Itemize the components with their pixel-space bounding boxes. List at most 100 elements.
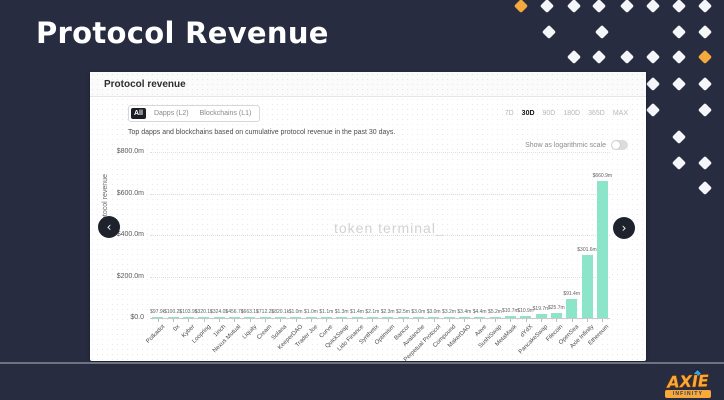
bar-makerdao[interactable]: [459, 317, 470, 318]
bar-dydx[interactable]: [520, 316, 531, 318]
bar-curve[interactable]: [321, 317, 332, 318]
diamond-icon: [514, 0, 528, 13]
bar-value-label: $2.3m: [381, 309, 395, 315]
bar-optimism[interactable]: [382, 317, 393, 318]
bar-trader-joe[interactable]: [306, 317, 317, 318]
bar-quickswap[interactable]: [336, 317, 347, 318]
bar-filecoin[interactable]: [551, 313, 562, 318]
page-title: Protocol Revenue: [36, 16, 329, 50]
bar-value-label: $1.3m: [335, 309, 349, 315]
x-tick-mark: [311, 319, 312, 322]
bar-cream[interactable]: [260, 317, 271, 318]
diamond-icon: [542, 25, 556, 39]
bar-value-label: $3.2m: [442, 309, 456, 315]
x-tick-mark: [357, 319, 358, 322]
diamond-icon: [646, 50, 660, 64]
x-tick-mark: [480, 319, 481, 322]
diamond-icon: [698, 181, 712, 195]
bar-value-label: $3.0m: [411, 309, 425, 315]
bar-axie-infinity[interactable]: [582, 255, 593, 318]
bar-loopring[interactable]: [198, 317, 209, 318]
bar-value-label: $2.1m: [365, 309, 379, 315]
bar-value-label: $660.9m: [593, 173, 612, 179]
diamond-icon: [592, 50, 606, 64]
x-tick-mark: [326, 319, 327, 322]
x-tick-mark: [572, 319, 573, 322]
prev-chart-button[interactable]: ‹: [98, 216, 120, 238]
x-axis-label: 0x: [173, 324, 182, 333]
bar-value-label: $10.9m: [517, 308, 534, 314]
diamond-icon: [698, 103, 712, 117]
bar-aave[interactable]: [474, 317, 485, 318]
y-tick-label: $200.0m: [96, 273, 144, 280]
next-chart-button[interactable]: ›: [613, 217, 635, 239]
bar-perpetual-protocol[interactable]: [428, 317, 439, 318]
bar-value-label: $19.7m: [533, 306, 550, 312]
bar-opensea[interactable]: [566, 299, 577, 318]
y-tick-label: $800.0m: [96, 148, 144, 155]
bar-pancakeswap[interactable]: [536, 314, 547, 318]
bar-liquity[interactable]: [244, 317, 255, 318]
bar-lido-finance[interactable]: [352, 317, 363, 318]
bar-sushiswap[interactable]: [490, 317, 501, 318]
bar-compound[interactable]: [444, 317, 455, 318]
bar-value-label: $820.1k: [271, 309, 289, 315]
bar-keeperdao[interactable]: [290, 317, 301, 318]
diamond-icon: [672, 156, 686, 170]
x-tick-mark: [526, 319, 527, 322]
bar-value-label: $4.4m: [473, 309, 487, 315]
diamond-icon: [698, 0, 712, 13]
bar-synthetix[interactable]: [367, 317, 378, 318]
x-tick-mark: [449, 319, 450, 322]
axie-logo-text: AXIE: [660, 372, 717, 391]
diamond-icon: [540, 0, 554, 13]
diamond-icon: [646, 77, 660, 91]
diamond-icon: [698, 25, 712, 39]
bar-chart: Protocol revenue token terminal_ $800.0m…: [90, 72, 646, 361]
x-tick-mark: [296, 319, 297, 322]
diamond-icon: [698, 156, 712, 170]
x-tick-mark: [342, 319, 343, 322]
diamond-icon: [567, 0, 581, 13]
x-tick-mark: [495, 319, 496, 322]
bar-solana[interactable]: [275, 317, 286, 318]
bar-value-label: $1.0m: [289, 309, 303, 315]
bar-polkadot[interactable]: [152, 317, 163, 318]
bar-ethereum[interactable]: [597, 181, 608, 318]
bar-value-label: $3.0m: [427, 309, 441, 315]
slide: Protocol Revenue Protocol revenue AllDap…: [0, 0, 724, 400]
x-tick-mark: [541, 319, 542, 322]
diamond-icon: [567, 50, 581, 64]
diamond-icon: [698, 50, 712, 64]
x-tick-mark: [388, 319, 389, 322]
bar-1inch[interactable]: [214, 317, 225, 318]
bar-0x[interactable]: [168, 317, 179, 318]
axie-infinity-logo: AXIE INFINITY: [660, 373, 716, 398]
x-tick-mark: [418, 319, 419, 322]
bar-value-label: $2.5m: [396, 309, 410, 315]
bar-value-label: $3.4m: [457, 309, 471, 315]
x-tick-mark: [602, 319, 603, 322]
bar-nexus-mutual[interactable]: [229, 317, 240, 318]
bar-metamask[interactable]: [505, 316, 516, 318]
bar-bancor[interactable]: [398, 317, 409, 318]
x-tick-mark: [173, 319, 174, 322]
bar-kyber[interactable]: [183, 317, 194, 318]
x-tick-mark: [372, 319, 373, 322]
bar-value-label: $97.9k: [150, 309, 165, 315]
protocol-revenue-card: Protocol revenue AllDapps (L2)Blockchain…: [90, 72, 646, 361]
x-tick-mark: [219, 319, 220, 322]
bar-value-label: $1.4m: [350, 309, 364, 315]
y-tick-label: $0.0: [96, 314, 144, 321]
gridline-800: [150, 152, 610, 153]
bar-value-label: $1.0m: [304, 309, 318, 315]
diamond-icon: [620, 0, 634, 13]
x-tick-mark: [158, 319, 159, 322]
x-tick-mark: [510, 319, 511, 322]
bar-avalanche[interactable]: [413, 317, 424, 318]
diamond-icon: [672, 0, 686, 13]
diamond-icon: [646, 103, 660, 117]
diamond-icon: [672, 25, 686, 39]
y-tick-label: $600.0m: [96, 190, 144, 197]
x-axis-label: Liquity: [241, 324, 258, 341]
